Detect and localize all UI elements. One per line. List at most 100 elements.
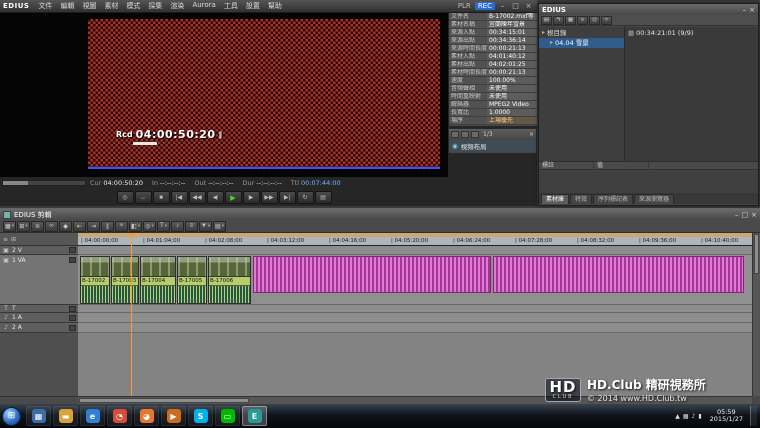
- track-header[interactable]: ♪ 2 A: [0, 323, 78, 333]
- prev-frame-icon[interactable]: ◀: [207, 191, 224, 204]
- export-button[interactable]: ▤: [213, 221, 226, 232]
- loop-icon[interactable]: ↻: [297, 191, 314, 204]
- taskbar-chrome[interactable]: ◔: [107, 406, 132, 426]
- lane-1va[interactable]: B-17002 B-17003: [78, 255, 752, 305]
- property-row[interactable]: 速度 100.00%: [449, 77, 537, 85]
- track-mute-button[interactable]: [69, 306, 76, 312]
- taskbar-line[interactable]: ▭: [215, 406, 240, 426]
- stop-icon[interactable]: ■: [153, 191, 170, 204]
- volume-icon[interactable]: ♪: [692, 413, 696, 420]
- palette-tool-icon[interactable]: [461, 131, 469, 138]
- timeline-clip[interactable]: B-17003: [111, 256, 139, 304]
- menu-item[interactable]: 視圖: [78, 1, 100, 11]
- export-icon[interactable]: ▤: [315, 191, 332, 204]
- menu-item[interactable]: 採集: [144, 1, 166, 11]
- track-header[interactable]: ▣ 1 VA: [0, 255, 78, 305]
- bin-tree-item[interactable]: ▸ 04.04 雪景: [539, 38, 624, 48]
- timeline-clip[interactable]: [253, 256, 491, 293]
- lane-2v[interactable]: [78, 246, 752, 255]
- taskbar-explorer[interactable]: ▬: [53, 406, 78, 426]
- menu-item[interactable]: 設置: [242, 1, 264, 11]
- timeline-clip[interactable]: B-17004: [140, 256, 176, 304]
- menu-item[interactable]: 渲染: [166, 1, 188, 11]
- trim-button[interactable]: ◧: [129, 221, 142, 232]
- start-button[interactable]: ⊞: [2, 407, 21, 426]
- add-cut-button[interactable]: ∥: [101, 221, 114, 232]
- up-folder-icon[interactable]: ↰: [553, 16, 564, 25]
- property-row[interactable]: 音頻聲相 未使用: [449, 85, 537, 93]
- rewind-icon[interactable]: ◀◀: [189, 191, 206, 204]
- timeline-clip[interactable]: B-17005: [177, 256, 207, 304]
- taskbar-skype[interactable]: S: [188, 406, 213, 426]
- ripple-mode-button[interactable]: ≋: [31, 221, 44, 232]
- shuttle-icon[interactable]: ↔: [135, 191, 152, 204]
- battery-icon[interactable]: ▮: [698, 413, 701, 420]
- lane-title[interactable]: [78, 305, 752, 313]
- menu-item[interactable]: 工具: [220, 1, 242, 11]
- property-row[interactable]: 素材名稱 宜蘭陳年雪景: [449, 21, 537, 29]
- list-view-icon[interactable]: ≡: [577, 16, 588, 25]
- rec-mode-button[interactable]: REC: [475, 2, 495, 10]
- timeline-clip[interactable]: [493, 256, 744, 293]
- track-header[interactable]: ♪ 1 A: [0, 313, 78, 323]
- insert-overwrite-toggle[interactable]: ⊞: [17, 221, 30, 232]
- set-out-button[interactable]: ⇥: [87, 221, 100, 232]
- show-desktop-button[interactable]: [750, 406, 757, 426]
- property-row[interactable]: 來源時間長度 00:00:21:13: [449, 45, 537, 53]
- match-frame-button[interactable]: ◎: [143, 221, 156, 232]
- taskbar-media-library[interactable]: ▦: [26, 406, 51, 426]
- menu-item[interactable]: Aurora: [188, 1, 219, 11]
- property-row[interactable]: 時間重映射 未使用: [449, 93, 537, 101]
- network-icon[interactable]: ▦: [683, 413, 689, 420]
- delete-button[interactable]: ×: [115, 221, 128, 232]
- menu-item[interactable]: 幫助: [264, 1, 286, 11]
- property-row[interactable]: 場序 上場優先: [449, 117, 537, 125]
- next-frame-icon[interactable]: ▶: [243, 191, 260, 204]
- track-mute-button[interactable]: [69, 325, 76, 331]
- taskbar-internet-explorer[interactable]: e: [80, 406, 105, 426]
- taskbar-edius[interactable]: E: [242, 406, 267, 426]
- track-add-icon[interactable]: ⊞: [11, 236, 16, 243]
- timeline-titlebar[interactable]: EDIUS 剪輯 – □ ×: [0, 209, 760, 220]
- bin-close-icon[interactable]: ×: [749, 6, 755, 14]
- property-row[interactable]: 素材時間長度 00:00:21:13: [449, 69, 537, 77]
- bin-minimize-icon[interactable]: –: [743, 6, 747, 14]
- thumbnail-view-icon[interactable]: ▦: [565, 16, 576, 25]
- timeline-hscroll-thumb[interactable]: [79, 398, 249, 403]
- plr-mode-button[interactable]: PLR: [456, 2, 473, 10]
- bin-clip-item[interactable]: ▦ 00:34:21:01 (9/9): [625, 28, 758, 38]
- menu-item[interactable]: 素材: [100, 1, 122, 11]
- taskbar-media-player[interactable]: ▶: [161, 406, 186, 426]
- video-frame[interactable]: Rcd 04:00:50:20 ‖: [88, 19, 440, 169]
- track-panel-menu-icon[interactable]: ≡: [3, 236, 8, 243]
- jog-icon[interactable]: ◎: [117, 191, 134, 204]
- property-row[interactable]: 素材出點 04:02:01:25: [449, 61, 537, 69]
- track-mute-button[interactable]: [69, 315, 76, 321]
- title-button[interactable]: T: [157, 221, 170, 232]
- mixer-button[interactable]: ≡: [185, 221, 198, 232]
- property-row[interactable]: 來源出點 00:34:36:14: [449, 37, 537, 45]
- eye-icon[interactable]: ◉: [452, 142, 458, 150]
- shuttle-scrollbar[interactable]: [2, 180, 86, 186]
- property-row[interactable]: 素材入點 04:01:40:12: [449, 53, 537, 61]
- sync-lock-button[interactable]: ∞: [45, 221, 58, 232]
- track-header[interactable]: T T: [0, 305, 78, 313]
- track-header[interactable]: ▣ 2 V: [0, 246, 78, 255]
- timeline-ruler[interactable]: 04:00:00;0004:01:04;0004:02:08;0004:03:1…: [78, 233, 752, 246]
- delete-icon[interactable]: ×: [601, 16, 612, 25]
- menu-item[interactable]: 模式: [122, 1, 144, 11]
- timeline-vertical-scrollbar[interactable]: [752, 233, 760, 396]
- hidden-icons-arrow[interactable]: ▲: [675, 413, 680, 420]
- new-folder-icon[interactable]: ▤: [541, 16, 552, 25]
- search-icon[interactable]: ◎: [589, 16, 600, 25]
- timeline-minimize-icon[interactable]: –: [735, 211, 739, 219]
- lane-1a[interactable]: [78, 313, 752, 323]
- next-edit-icon[interactable]: ▶|: [279, 191, 296, 204]
- maximize-icon[interactable]: □: [510, 2, 521, 10]
- bin-tab[interactable]: 序列標記表: [593, 194, 633, 204]
- palette-close-icon[interactable]: ×: [529, 131, 534, 138]
- bin-tab[interactable]: 特效: [570, 194, 592, 204]
- taskbar-firefox[interactable]: ◕: [134, 406, 159, 426]
- timeline-close-icon[interactable]: ×: [751, 211, 757, 219]
- palette-tool-icon[interactable]: [471, 131, 479, 138]
